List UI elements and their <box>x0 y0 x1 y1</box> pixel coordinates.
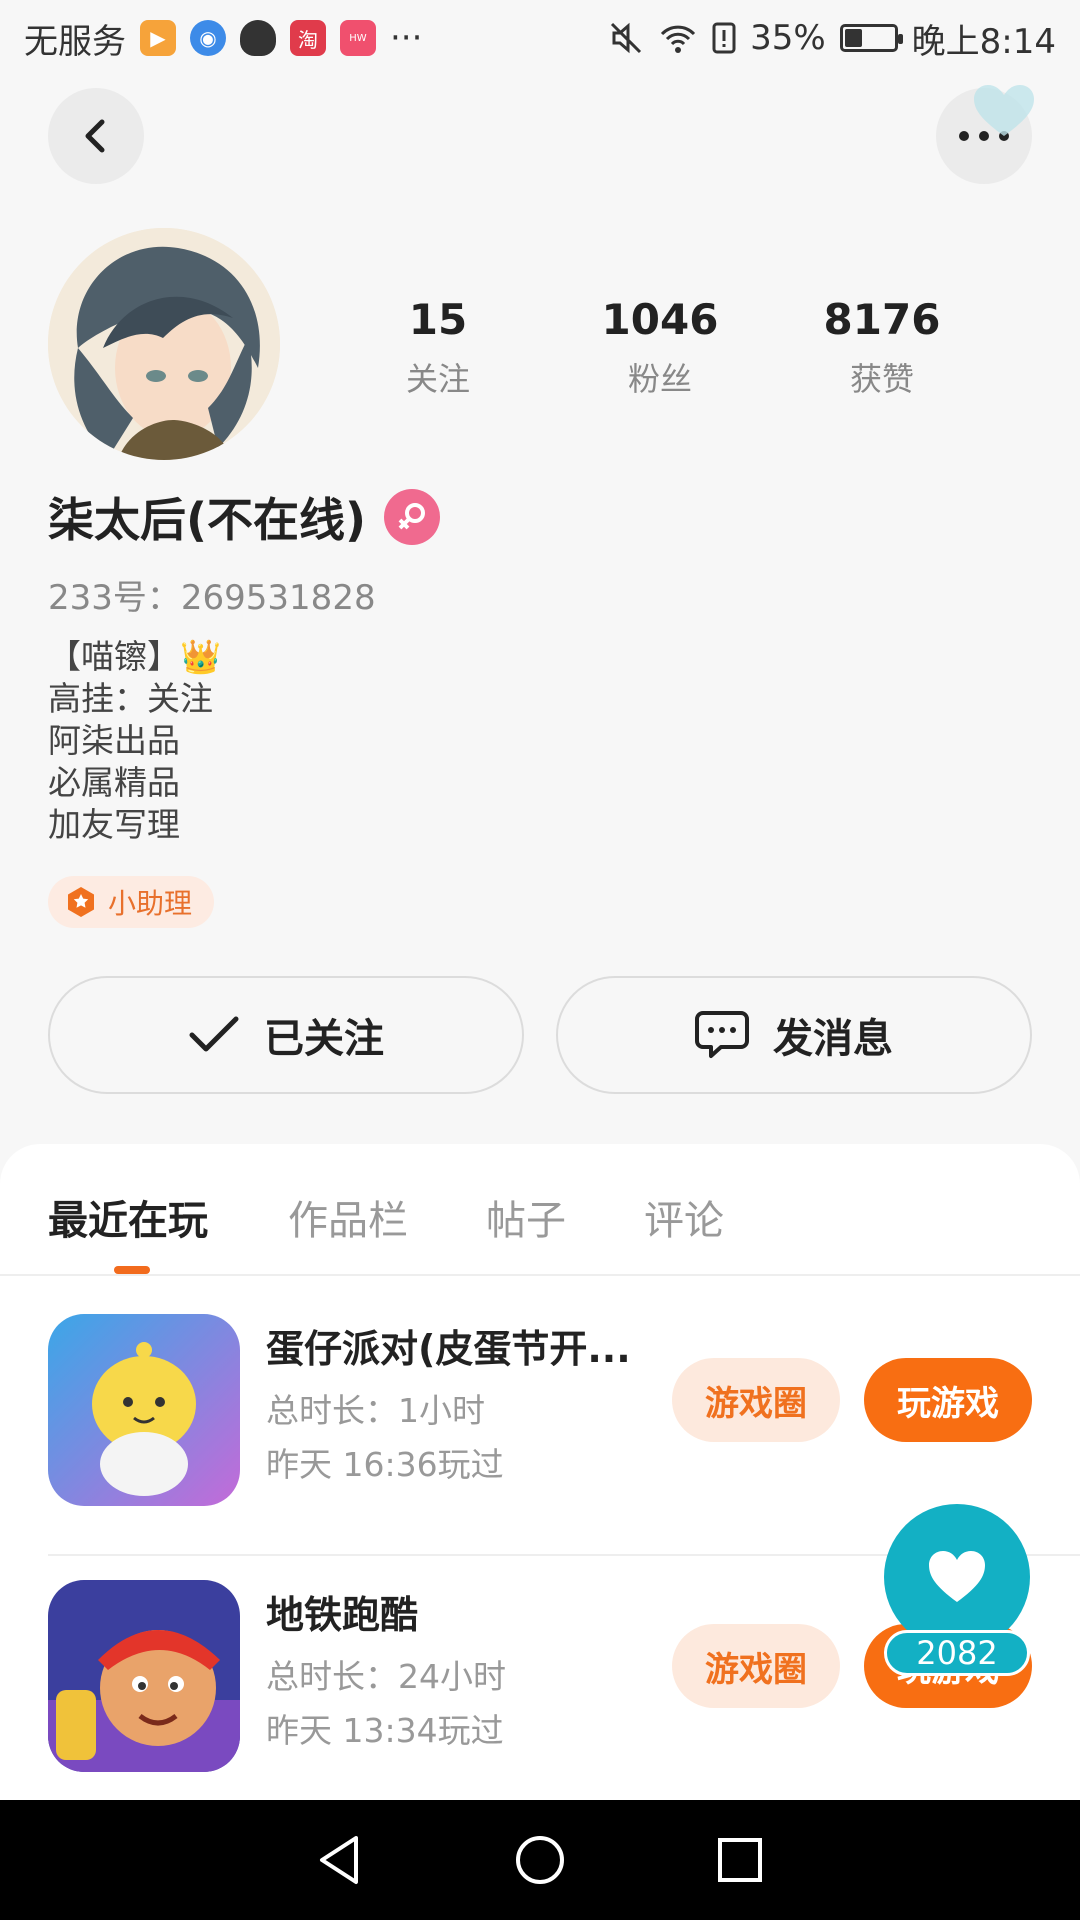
battery-icon <box>839 24 903 52</box>
stat-label: 关注 <box>405 360 470 398</box>
profile-bio: 【喵镲】👑 高挂：关注 阿柒出品 必属精品 加友写理 <box>48 636 221 846</box>
tab-posts[interactable]: 帖子 <box>486 1188 566 1246</box>
game-last-played: 昨天 16:36玩过 <box>266 1445 504 1484</box>
game-last-played: 昨天 13:34玩过 <box>266 1711 504 1750</box>
assistant-badge[interactable]: 小助理 <box>48 876 215 928</box>
like-count: 2082 <box>884 1630 1030 1676</box>
bio-line: 高挂：关注 <box>48 679 213 718</box>
chat-bubble-icon <box>695 1011 749 1058</box>
game-duration: 总时长：24小时 <box>266 1657 506 1696</box>
sim-alert-icon <box>712 22 736 54</box>
tab-recently-played[interactable]: 最近在玩 <box>48 1188 208 1246</box>
bio-line: 阿柒出品 <box>48 721 180 760</box>
play-game-button[interactable]: 玩游戏 <box>864 1358 1032 1442</box>
stat-value: 8176 <box>823 295 941 344</box>
stat-value: 1046 <box>601 295 719 344</box>
game-circle-button[interactable]: 游戏圈 <box>672 1624 840 1708</box>
floating-like-button[interactable] <box>884 1504 1030 1650</box>
chevron-left-icon <box>85 119 105 153</box>
stat-following[interactable]: 15 关注 <box>338 292 538 400</box>
tab-works[interactable]: 作品栏 <box>288 1188 408 1246</box>
heart-decoration-icon <box>974 85 1034 136</box>
video-app-icon: ▶ <box>140 20 176 56</box>
bio-line: 加友写理 <box>48 805 180 844</box>
following-button[interactable]: 已关注 <box>48 976 524 1094</box>
game-title: 蛋仔派对(皮蛋节开... <box>266 1327 631 1371</box>
heart-icon <box>929 1551 985 1602</box>
avatar[interactable] <box>48 228 280 460</box>
nav-back-icon[interactable] <box>312 1832 368 1888</box>
bio-line: 【喵镲】👑 <box>48 637 222 676</box>
game-icon[interactable] <box>48 1314 240 1506</box>
status-left: 无服务 ▶ ◉ 淘 HW ··· <box>24 14 422 63</box>
badge-label: 小助理 <box>108 887 193 920</box>
system-nav-bar <box>0 1800 1080 1920</box>
profile-name-row: 柒太后(不在线) <box>48 484 441 550</box>
stat-followers[interactable]: 1046 粉丝 <box>560 292 760 400</box>
wifi-icon <box>660 25 696 53</box>
hexagon-badge-icon <box>68 887 94 917</box>
status-bar: 无服务 ▶ ◉ 淘 HW ··· 35% 晚上8:14 <box>0 0 1080 76</box>
carrier-label: 无服务 <box>24 21 126 62</box>
status-right: 35% 晚上8:14 <box>608 14 1056 63</box>
game-row[interactable]: 蛋仔派对(皮蛋节开... 总时长：1小时 昨天 16:36玩过 游戏圈 玩游戏 <box>0 1276 1080 1542</box>
checkmark-icon <box>189 1016 239 1052</box>
stat-label: 获赞 <box>849 360 914 398</box>
female-gender-icon <box>384 489 441 545</box>
huawei-app-icon: HW <box>340 20 376 56</box>
qq-app-icon <box>240 20 276 56</box>
content-panel: 最近在玩 作品栏 帖子 评论 蛋仔派对(皮蛋节开... 总时长：1小时 昨天 1… <box>0 1144 1080 1800</box>
avatar-illustration <box>48 228 280 460</box>
battery-level <box>844 29 862 47</box>
stat-value: 15 <box>408 295 468 344</box>
shopping-app-icon: 淘 <box>290 20 326 56</box>
tab-bar: 最近在玩 作品栏 帖子 评论 <box>0 1144 1080 1276</box>
mute-icon <box>611 22 642 54</box>
nav-home-icon[interactable] <box>512 1832 568 1888</box>
following-label: 已关注 <box>264 1016 384 1062</box>
nav-recents-icon[interactable] <box>712 1832 768 1888</box>
battery-percent: 35% <box>750 18 826 58</box>
game-icon[interactable] <box>48 1580 240 1772</box>
stat-likes[interactable]: 8176 获赞 <box>782 292 982 400</box>
tab-comments[interactable]: 评论 <box>644 1188 724 1246</box>
user-id: 233号：269531828 <box>48 578 376 618</box>
game-circle-button[interactable]: 游戏圈 <box>672 1358 840 1442</box>
send-message-label: 发消息 <box>773 1016 893 1062</box>
back-button[interactable] <box>48 88 144 184</box>
clock: 晚上8:14 <box>911 21 1056 62</box>
browser-app-icon: ◉ <box>190 20 226 56</box>
send-message-button[interactable]: 发消息 <box>556 976 1032 1094</box>
bio-line: 必属精品 <box>48 763 180 802</box>
profile-name: 柒太后(不在线) <box>48 493 367 547</box>
stat-label: 粉丝 <box>627 360 692 398</box>
game-title: 地铁跑酷 <box>266 1593 419 1637</box>
game-duration: 总时长：1小时 <box>266 1391 485 1430</box>
active-tab-indicator <box>114 1266 150 1274</box>
more-notifications-icon: ··· <box>390 18 423 58</box>
